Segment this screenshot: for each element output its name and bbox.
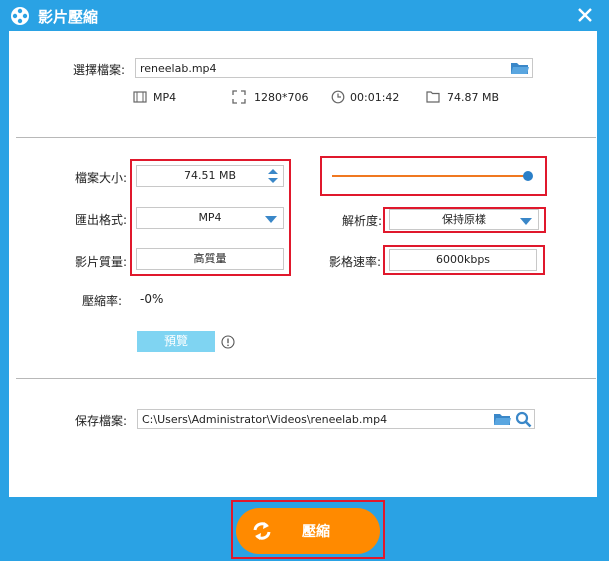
select-file-label: 選擇檔案: [73, 63, 126, 77]
preview-button[interactable]: 預覽 [137, 331, 215, 352]
expand-icon [232, 90, 246, 104]
export-format-label: 匯出格式: [75, 213, 128, 227]
folder-open-icon[interactable] [510, 61, 530, 76]
search-icon[interactable] [515, 411, 532, 428]
title-bar: 影片壓縮 [0, 0, 609, 31]
divider [16, 378, 596, 379]
folder-icon [426, 91, 440, 103]
divider [16, 137, 596, 138]
bitrate-label: 影格速率: [329, 255, 382, 269]
info-icon[interactable] [221, 335, 235, 349]
clock-icon [331, 90, 345, 104]
close-icon[interactable] [575, 5, 595, 25]
save-file-input[interactable]: C:\Users\Administrator\Videos\reneelab.m… [137, 409, 535, 429]
save-file-label: 保存檔案: [75, 414, 128, 428]
highlight-box-bitrate [383, 245, 545, 275]
size-slider-track[interactable] [332, 175, 528, 177]
film-reel-icon [11, 7, 29, 25]
highlight-box-compress [231, 500, 385, 559]
ratio-label: 壓縮率: [82, 294, 123, 308]
file-resolution: 1280*706 [254, 91, 309, 104]
select-file-value: reneelab.mp4 [140, 62, 217, 75]
select-file-input[interactable]: reneelab.mp4 [135, 58, 533, 78]
save-file-path: C:\Users\Administrator\Videos\reneelab.m… [142, 413, 388, 426]
ratio-value: -0% [140, 292, 164, 306]
film-icon [133, 91, 147, 103]
file-size-label: 檔案大小: [75, 171, 128, 185]
resolution-label: 解析度: [342, 214, 383, 228]
highlight-box-resolution [383, 207, 546, 233]
file-size: 74.87 MB [447, 91, 500, 104]
quality-label: 影片質量: [75, 255, 128, 269]
highlight-box-left [130, 159, 291, 276]
size-slider-thumb[interactable] [523, 171, 533, 181]
file-duration: 00:01:42 [350, 91, 400, 104]
window-title: 影片壓縮 [38, 8, 99, 26]
folder-open-icon[interactable] [493, 412, 512, 427]
file-format: MP4 [153, 91, 177, 104]
